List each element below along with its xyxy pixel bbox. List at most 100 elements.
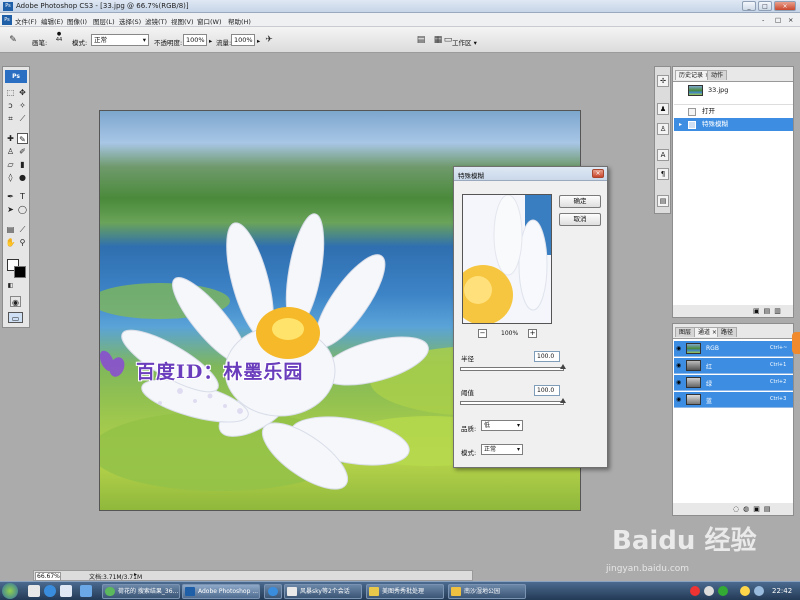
- minimize-button[interactable]: _: [742, 1, 756, 11]
- doc-close-button[interactable]: ×: [788, 16, 793, 24]
- doc-minimize-button[interactable]: -: [762, 16, 764, 24]
- gradient-tool-icon[interactable]: ▮: [17, 159, 28, 170]
- tray-input-icon[interactable]: [704, 586, 714, 596]
- shape-tool-icon[interactable]: ◯: [17, 204, 28, 215]
- paragraph-icon[interactable]: ¶: [657, 168, 669, 180]
- opacity-arrow-icon[interactable]: ▸: [209, 37, 212, 45]
- type-tool-icon[interactable]: T: [17, 191, 28, 202]
- status-menu-arrow-icon[interactable]: ▸: [134, 571, 137, 578]
- history-item[interactable]: 打开: [674, 104, 793, 117]
- quicklaunch-explorer-icon[interactable]: [28, 585, 40, 597]
- pen-tool-icon[interactable]: ✒: [5, 191, 16, 202]
- dialog-ok-button[interactable]: 确定: [559, 195, 601, 208]
- tray-antivirus-icon[interactable]: [690, 586, 700, 596]
- zoom-level[interactable]: 66.67%: [35, 572, 61, 581]
- tray-volume-icon[interactable]: [754, 586, 764, 596]
- brush-preset-picker[interactable]: ● 44: [52, 31, 66, 49]
- eye-icon[interactable]: ◉: [676, 396, 681, 403]
- start-button[interactable]: [2, 583, 18, 599]
- slice-tool-icon[interactable]: ⟋: [17, 113, 28, 124]
- flow-input[interactable]: 100%: [231, 34, 255, 46]
- zoom-tool-icon[interactable]: ⚲: [17, 237, 28, 248]
- filter-preview[interactable]: [462, 194, 552, 324]
- tray-clock[interactable]: 22:42: [772, 587, 792, 595]
- dialog-title-bar[interactable]: 特殊模糊 ×: [454, 167, 607, 181]
- mode-select[interactable]: 正常 ▾: [91, 34, 149, 46]
- menu-layer[interactable]: 图层(L): [93, 16, 115, 26]
- lasso-tool-icon[interactable]: ↄ: [5, 100, 16, 111]
- maximize-button[interactable]: □: [758, 1, 772, 11]
- airbrush-icon[interactable]: ✈: [262, 33, 276, 47]
- background-color-swatch[interactable]: [14, 266, 26, 278]
- eye-icon[interactable]: ◉: [676, 379, 681, 386]
- menu-select[interactable]: 选择(S): [119, 16, 141, 26]
- taskbar-item[interactable]: 美图秀秀批处理: [366, 584, 444, 599]
- workspace-menu[interactable]: 工作区 ▾: [452, 37, 477, 47]
- radius-slider-track[interactable]: [460, 367, 564, 371]
- brush-tool-icon[interactable]: ✎: [6, 33, 20, 47]
- brushes-icon[interactable]: ♟: [657, 103, 669, 115]
- channel-row[interactable]: ◉ 绿 Ctrl+2: [674, 375, 793, 391]
- flow-arrow-icon[interactable]: ▸: [257, 37, 260, 45]
- menu-image[interactable]: 图像(I): [67, 16, 87, 26]
- screen-mode-icon[interactable]: ▭: [8, 312, 23, 323]
- threshold-input[interactable]: 100.0: [534, 385, 560, 396]
- move-tool-icon[interactable]: ✥: [17, 87, 28, 98]
- preview-zoom-in-button[interactable]: +: [528, 329, 537, 338]
- close-window-button[interactable]: ×: [774, 1, 796, 11]
- opacity-input[interactable]: 100%: [183, 34, 207, 46]
- doc-restore-button[interactable]: □: [775, 16, 781, 24]
- navigator-icon[interactable]: ✢: [657, 75, 669, 87]
- taskbar-item[interactable]: 风暴sky等2个会话: [284, 584, 362, 599]
- tool-presets-icon[interactable]: ▤: [657, 195, 669, 207]
- taskbar-item-active[interactable]: Adobe Photoshop ...: [182, 584, 260, 599]
- blur-tool-icon[interactable]: ◊: [5, 172, 16, 183]
- path-selection-tool-icon[interactable]: ➤: [5, 204, 16, 215]
- menu-help[interactable]: 帮助(H): [228, 16, 251, 26]
- clone-stamp-tool-icon[interactable]: ♙: [5, 146, 16, 157]
- radius-slider-thumb[interactable]: [560, 364, 566, 369]
- quality-select[interactable]: 低 ▾: [481, 420, 523, 431]
- channel-row[interactable]: ◉ RGB Ctrl+~: [674, 341, 793, 357]
- clone-source-icon[interactable]: ♙: [657, 123, 669, 135]
- tray-network-icon[interactable]: [718, 586, 728, 596]
- radius-input[interactable]: 100.0: [534, 351, 560, 362]
- bridge-icon[interactable]: ▤: [414, 33, 428, 47]
- magic-wand-tool-icon[interactable]: ✧: [17, 100, 28, 111]
- dialog-cancel-button[interactable]: 取消: [559, 213, 601, 226]
- hand-tool-icon[interactable]: ✋: [5, 237, 16, 248]
- character-icon[interactable]: A: [657, 149, 669, 161]
- healing-brush-tool-icon[interactable]: ✚: [5, 133, 16, 144]
- history-snapshot[interactable]: 33.jpg: [674, 84, 793, 97]
- tray-security-icon[interactable]: [740, 586, 750, 596]
- dodge-tool-icon[interactable]: ●: [17, 172, 28, 183]
- brush-tool-selected-icon[interactable]: ✎: [17, 133, 28, 144]
- channel-row[interactable]: ◉ 蓝 Ctrl+3: [674, 392, 793, 408]
- eraser-tool-icon[interactable]: ▱: [5, 159, 16, 170]
- quick-mask-icon[interactable]: ◉: [10, 296, 21, 307]
- history-footer-buttons[interactable]: ▣▤▥: [753, 307, 785, 315]
- quicklaunch-desktop-icon[interactable]: [80, 585, 92, 597]
- tab-actions[interactable]: 动作: [707, 70, 728, 80]
- threshold-slider-thumb[interactable]: [560, 398, 566, 403]
- tab-layers[interactable]: 图层: [675, 327, 696, 337]
- menu-window[interactable]: 窗口(W): [197, 16, 222, 26]
- taskbar-item[interactable]: 荷花的 搜索结果_36...: [102, 584, 180, 599]
- dialog-mode-select[interactable]: 正常 ▾: [481, 444, 523, 455]
- quicklaunch-media-icon[interactable]: [60, 585, 72, 597]
- menu-view[interactable]: 视图(V): [171, 16, 194, 26]
- history-brush-tool-icon[interactable]: ✐: [17, 146, 28, 157]
- menu-file[interactable]: 文件(F): [15, 16, 37, 26]
- taskbar-item[interactable]: 南沙湿地公园: [448, 584, 526, 599]
- channel-row[interactable]: ◉ 红 Ctrl+1: [674, 358, 793, 374]
- eye-icon[interactable]: ◉: [676, 345, 681, 352]
- quicklaunch-ie-icon[interactable]: [44, 585, 56, 597]
- marquee-tool-icon[interactable]: ⬚: [5, 87, 16, 98]
- eyedropper-tool-icon[interactable]: ⟋: [17, 224, 28, 235]
- side-notification-tab[interactable]: [792, 332, 800, 354]
- preview-zoom-out-button[interactable]: −: [478, 329, 487, 338]
- menu-edit[interactable]: 编辑(E): [41, 16, 63, 26]
- channel-footer-buttons[interactable]: ◌◍▣▤: [733, 505, 774, 513]
- menu-filter[interactable]: 滤镜(T): [145, 16, 167, 26]
- crop-tool-icon[interactable]: ⌗: [5, 113, 16, 124]
